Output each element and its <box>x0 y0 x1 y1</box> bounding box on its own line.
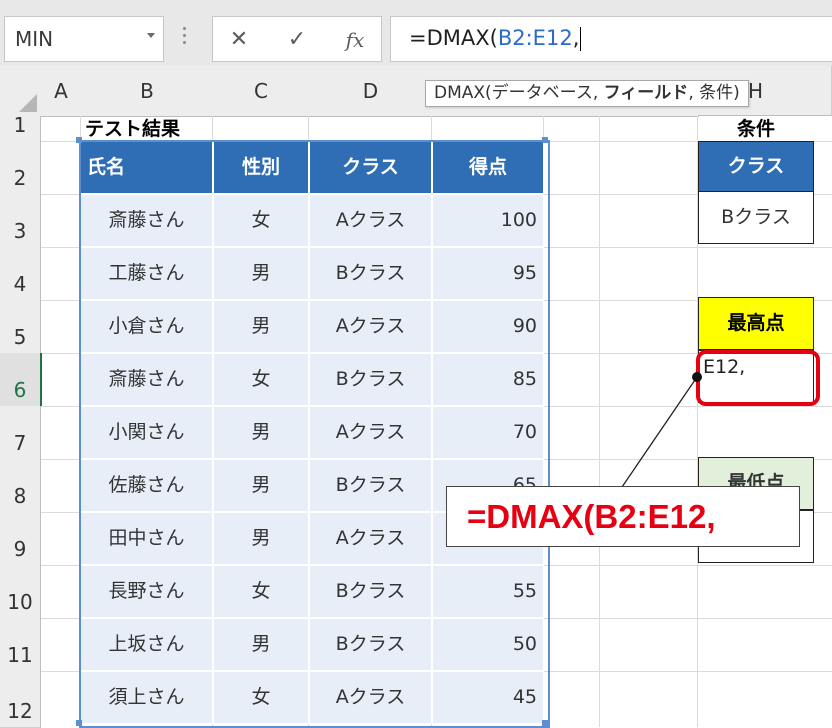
table-cell[interactable]: 須上さん <box>80 671 213 724</box>
table-cell[interactable]: Bクラス <box>309 565 432 618</box>
table-cell[interactable]: Aクラス <box>309 512 432 565</box>
formula-bar: MIN ✕ ✓ fx =DMAX(B2:E12, <box>0 0 832 66</box>
table-cell[interactable]: 工藤さん <box>80 247 213 300</box>
table-cell[interactable]: 男 <box>213 512 309 565</box>
criteria-value[interactable]: Bクラス <box>698 191 814 244</box>
row-header-7[interactable]: 7 <box>0 406 41 460</box>
text-caret <box>580 27 582 51</box>
row-header-10[interactable]: 10 <box>0 565 41 619</box>
row-header-6[interactable]: 6 <box>0 353 42 407</box>
table-cell[interactable]: Aクラス <box>309 194 432 247</box>
row-header-2[interactable]: 2 <box>0 141 41 195</box>
table-cell[interactable]: 45 <box>432 671 544 724</box>
table-cell[interactable]: 男 <box>213 459 309 512</box>
tooltip-arg-database[interactable]: データベース, <box>492 83 604 103</box>
select-all-icon <box>19 94 37 112</box>
column-header-b[interactable]: B <box>81 66 214 117</box>
table-cell[interactable]: 男 <box>213 300 309 353</box>
enter-icon[interactable]: ✓ <box>277 25 317 55</box>
table-cell[interactable]: 55 <box>432 565 544 618</box>
row-header-8[interactable]: 8 <box>0 459 41 513</box>
criteria-title: 条件 <box>736 118 775 140</box>
header-name[interactable]: 氏名 <box>80 141 213 194</box>
select-all-corner[interactable] <box>0 66 42 117</box>
drag-handle-icon[interactable] <box>182 27 188 51</box>
table-cell[interactable]: 佐藤さん <box>80 459 213 512</box>
cancel-icon[interactable]: ✕ <box>219 25 259 55</box>
row-header-9[interactable]: 9 <box>0 512 41 566</box>
table-cell[interactable]: Bクラス <box>309 618 432 671</box>
chevron-down-icon[interactable] <box>147 33 155 38</box>
formula-suffix: , <box>572 26 580 50</box>
table-cell[interactable]: 女 <box>213 565 309 618</box>
row-header-12[interactable]: 12 <box>0 671 41 728</box>
formula-callout: =DMAX(B2:E12, <box>446 486 800 547</box>
table-title: テスト結果 <box>85 118 181 140</box>
highlight-box <box>696 350 820 406</box>
row-header-11[interactable]: 11 <box>0 618 41 672</box>
table-cell[interactable]: 85 <box>432 353 544 406</box>
selection-handle[interactable] <box>542 720 548 726</box>
function-tooltip: DMAX(データベース, フィールド, 条件) <box>425 80 749 107</box>
header-score[interactable]: 得点 <box>432 141 544 194</box>
table-cell[interactable]: 男 <box>213 247 309 300</box>
table-cell[interactable]: 斎藤さん <box>80 194 213 247</box>
table-cell[interactable]: 100 <box>432 194 544 247</box>
table-cell[interactable]: 女 <box>213 194 309 247</box>
table-cell[interactable]: 田中さん <box>80 512 213 565</box>
formula-buttons: ✕ ✓ fx <box>212 16 382 62</box>
table-cell[interactable]: 70 <box>432 406 544 459</box>
header-class[interactable]: クラス <box>309 141 432 194</box>
formula-text: =DMAX(B2:E12, <box>409 26 582 51</box>
table-cell[interactable]: 95 <box>432 247 544 300</box>
tooltip-func[interactable]: DMAX( <box>434 83 492 103</box>
tooltip-arg-criteria[interactable]: , 条件) <box>688 83 739 103</box>
table-cell[interactable]: Bクラス <box>309 247 432 300</box>
criteria-header[interactable]: クラス <box>698 141 814 192</box>
formula-range-ref: B2:E12 <box>497 26 573 50</box>
table-cell[interactable]: 50 <box>432 618 544 671</box>
row-header-4[interactable]: 4 <box>0 247 41 301</box>
table-cell[interactable]: 斎藤さん <box>80 353 213 406</box>
table-cell[interactable]: 90 <box>432 300 544 353</box>
table-cell[interactable]: 小倉さん <box>80 300 213 353</box>
table-cell[interactable]: 女 <box>213 353 309 406</box>
selection-handle[interactable] <box>542 137 548 143</box>
column-header-c[interactable]: C <box>213 66 310 117</box>
table-cell[interactable]: Bクラス <box>309 353 432 406</box>
table-cell[interactable]: Aクラス <box>309 671 432 724</box>
column-header-a[interactable]: A <box>41 66 82 117</box>
selection-handle[interactable] <box>76 137 82 143</box>
max-score-label[interactable]: 最高点 <box>698 297 814 350</box>
formula-input[interactable]: =DMAX(B2:E12, <box>390 16 832 62</box>
table-cell[interactable]: Aクラス <box>309 300 432 353</box>
row-header-1[interactable]: 1 <box>0 113 41 142</box>
table-cell[interactable]: 男 <box>213 406 309 459</box>
row-header-5[interactable]: 5 <box>0 300 41 354</box>
table-cell[interactable]: 小関さん <box>80 406 213 459</box>
table-cell[interactable]: 男 <box>213 618 309 671</box>
insert-function-icon[interactable]: fx <box>335 25 375 55</box>
table-cell[interactable]: 上坂さん <box>80 618 213 671</box>
row-header-3[interactable]: 3 <box>0 194 41 248</box>
selection-handle[interactable] <box>76 720 82 726</box>
table-cell[interactable]: 女 <box>213 671 309 724</box>
table-cell[interactable]: Bクラス <box>309 459 432 512</box>
column-header-d[interactable]: D <box>309 66 433 117</box>
table-cell[interactable]: 長野さん <box>80 565 213 618</box>
header-gender[interactable]: 性別 <box>213 141 309 194</box>
name-box-value: MIN <box>15 27 54 51</box>
formula-prefix: =DMAX( <box>409 26 498 50</box>
tooltip-arg-field[interactable]: フィールド <box>604 83 689 103</box>
table-cell[interactable]: Aクラス <box>309 406 432 459</box>
name-box[interactable]: MIN <box>4 16 164 62</box>
